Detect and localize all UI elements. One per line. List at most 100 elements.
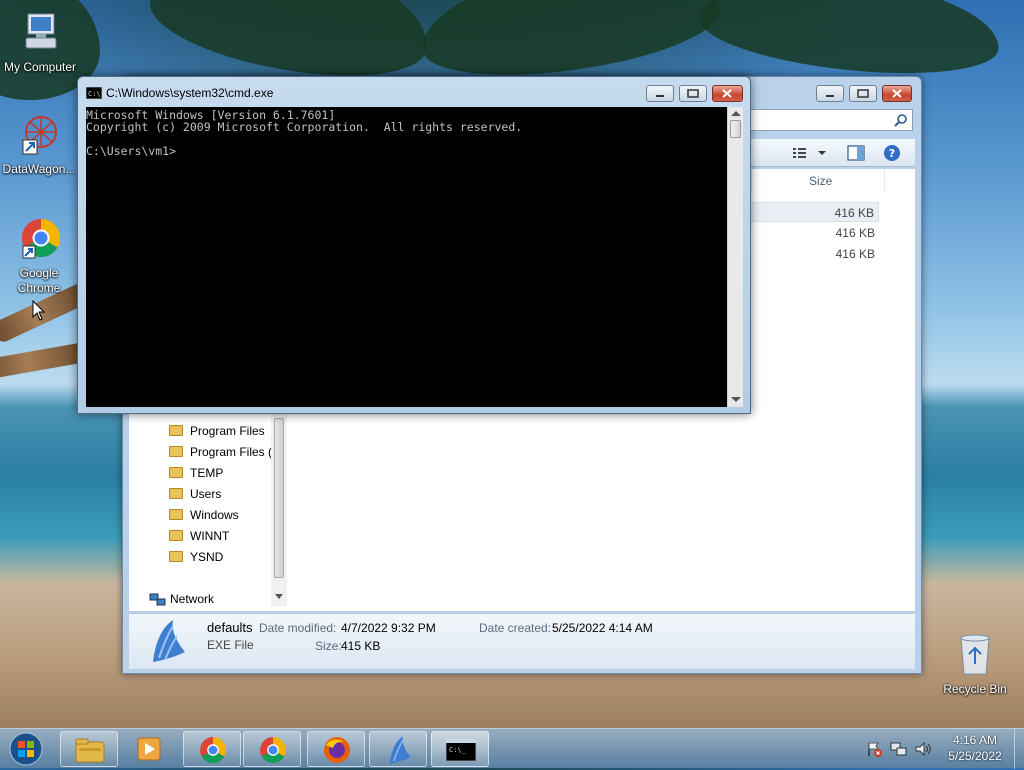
tree-item-temp[interactable]: TEMP <box>169 463 223 484</box>
file-size: 416 KB <box>835 247 875 261</box>
taskbar: C:\_ 4:16 AM 5/25/2022 <box>0 728 1024 769</box>
taskbar-cmd[interactable]: C:\_ <box>431 731 489 767</box>
file-row[interactable]: 416 KB <box>751 223 879 243</box>
taskbar-app-shark[interactable] <box>369 731 427 767</box>
chrome-icon <box>200 737 226 764</box>
scroll-up-icon[interactable] <box>731 110 741 117</box>
explorer-minimize-button[interactable] <box>816 85 844 102</box>
taskbar-firefox[interactable] <box>307 731 365 767</box>
taskbar-media-player[interactable] <box>120 731 178 767</box>
firefox-icon <box>324 737 350 763</box>
desktop-icon-datawagon[interactable]: DataWagon... <box>0 112 79 177</box>
palm-frond-decoration <box>696 0 1004 86</box>
flag-warning-icon <box>868 742 882 757</box>
date-created-label: Date created: <box>479 621 552 635</box>
file-row[interactable]: 416 KB <box>751 244 879 264</box>
mouse-cursor-icon <box>32 300 46 321</box>
tree-item-ysnd[interactable]: YSND <box>169 547 223 568</box>
console-line: Copyright (c) 2009 Microsoft Corporation… <box>86 120 523 134</box>
size-value: 415 KB <box>341 639 381 653</box>
tree-item-users[interactable]: Users <box>169 484 221 505</box>
restore-icon <box>687 89 699 98</box>
preview-pane-button[interactable] <box>845 143 867 163</box>
app-shark-icon <box>389 736 411 764</box>
computer-icon <box>0 10 80 58</box>
taskbar-chrome-1[interactable] <box>183 731 241 767</box>
svg-text:C:\_: C:\_ <box>449 746 467 754</box>
show-desktop-button[interactable] <box>1014 729 1024 769</box>
column-header-size[interactable]: Size <box>751 169 885 193</box>
desktop-icon-label: Recycle Bin <box>943 682 1007 696</box>
svg-text:?: ? <box>889 147 895 160</box>
cmd-scrollbar[interactable] <box>727 107 743 407</box>
explorer-search-input[interactable] <box>749 109 913 131</box>
app-shark-icon <box>153 620 185 662</box>
tree-item-program-files-x86[interactable]: Program Files ( <box>169 442 272 463</box>
recycle-bin-icon <box>935 630 1015 680</box>
tree-item-network[interactable]: Network <box>149 589 214 610</box>
tree-item-winnt[interactable]: WINNT <box>169 526 229 547</box>
size-label: Size: <box>315 639 342 653</box>
desktop-icon-label: My Computer <box>3 60 77 74</box>
chrome-icon <box>260 737 286 764</box>
cmd-titlebar-icon: C:\ <box>85 86 103 102</box>
console-prompt: C:\Users\vm1> <box>86 144 177 158</box>
help-button[interactable]: ? <box>881 142 903 164</box>
system-clock[interactable]: 4:16 AM 5/25/2022 <box>940 732 1010 766</box>
file-row[interactable]: 416 KB <box>751 202 879 222</box>
cmd-minimize-button[interactable] <box>646 85 674 102</box>
cmd-maximize-button[interactable] <box>679 85 707 102</box>
restore-icon <box>857 89 869 98</box>
cmd-window[interactable]: C:\ C:\Windows\system32\cmd.exe Microsof… <box>77 76 751 414</box>
scroll-down-icon[interactable] <box>275 594 283 600</box>
desktop-icon-label: Google Chrome <box>17 266 61 295</box>
tray-network[interactable] <box>890 741 908 757</box>
change-view-button[interactable] <box>791 143 831 163</box>
svg-text:C:\: C:\ <box>88 90 101 98</box>
file-type: EXE File <box>207 638 254 652</box>
tree-item-label: Users <box>190 487 222 501</box>
taskbar-windows-explorer[interactable] <box>60 731 118 767</box>
tree-item-label: TEMP <box>190 466 224 480</box>
column-header-label: Size <box>809 174 833 188</box>
datawagon-shortcut-icon <box>0 112 79 160</box>
windows-explorer-icon <box>75 738 105 763</box>
network-icon <box>890 742 907 756</box>
media-player-icon <box>137 737 161 761</box>
folder-icon <box>169 467 183 479</box>
close-icon <box>892 89 902 98</box>
explorer-maximize-button[interactable] <box>849 85 877 102</box>
cmd-icon: C:\ <box>85 86 103 100</box>
chrome-shortcut-icon <box>0 216 79 264</box>
scroll-down-icon[interactable] <box>731 396 741 403</box>
folder-icon <box>169 488 183 500</box>
desktop-icon-google-chrome[interactable]: Google Chrome <box>0 216 79 296</box>
desktop-icon-my-computer[interactable]: My Computer <box>0 10 80 75</box>
nav-pane-scrollbar[interactable] <box>271 414 287 606</box>
explorer-close-button[interactable] <box>882 85 912 102</box>
file-thumbnail <box>145 618 189 667</box>
view-list-icon <box>793 148 826 158</box>
folder-icon <box>169 446 183 458</box>
folder-icon <box>169 551 183 563</box>
scrollbar-thumb[interactable] <box>730 120 741 138</box>
tree-item-label: WINNT <box>190 529 230 543</box>
tree-item-label: Program Files ( <box>190 445 273 459</box>
taskbar-chrome-2[interactable] <box>243 731 301 767</box>
tree-item-program-files[interactable]: Program Files <box>169 421 265 442</box>
tray-volume[interactable] <box>914 741 932 757</box>
cmd-console-output[interactable]: Microsoft Windows [Version 6.1.7601] Copy… <box>86 107 727 407</box>
minimize-icon <box>826 95 834 97</box>
minimize-icon <box>656 95 664 97</box>
date-modified-value: 4/7/2022 9:32 PM <box>341 621 436 635</box>
navigation-pane: Program Files Program Files ( TEMP Users… <box>129 414 289 611</box>
cmd-close-button[interactable] <box>712 85 743 102</box>
tree-item-windows[interactable]: Windows <box>169 505 239 526</box>
clock-time: 4:16 AM <box>952 733 998 747</box>
cmd-title: C:\Windows\system32\cmd.exe <box>106 86 274 100</box>
tray-action-center[interactable] <box>866 741 882 757</box>
desktop-icon-recycle-bin[interactable]: Recycle Bin <box>935 630 1015 697</box>
scrollbar-thumb[interactable] <box>274 418 284 578</box>
start-button[interactable] <box>6 731 46 767</box>
